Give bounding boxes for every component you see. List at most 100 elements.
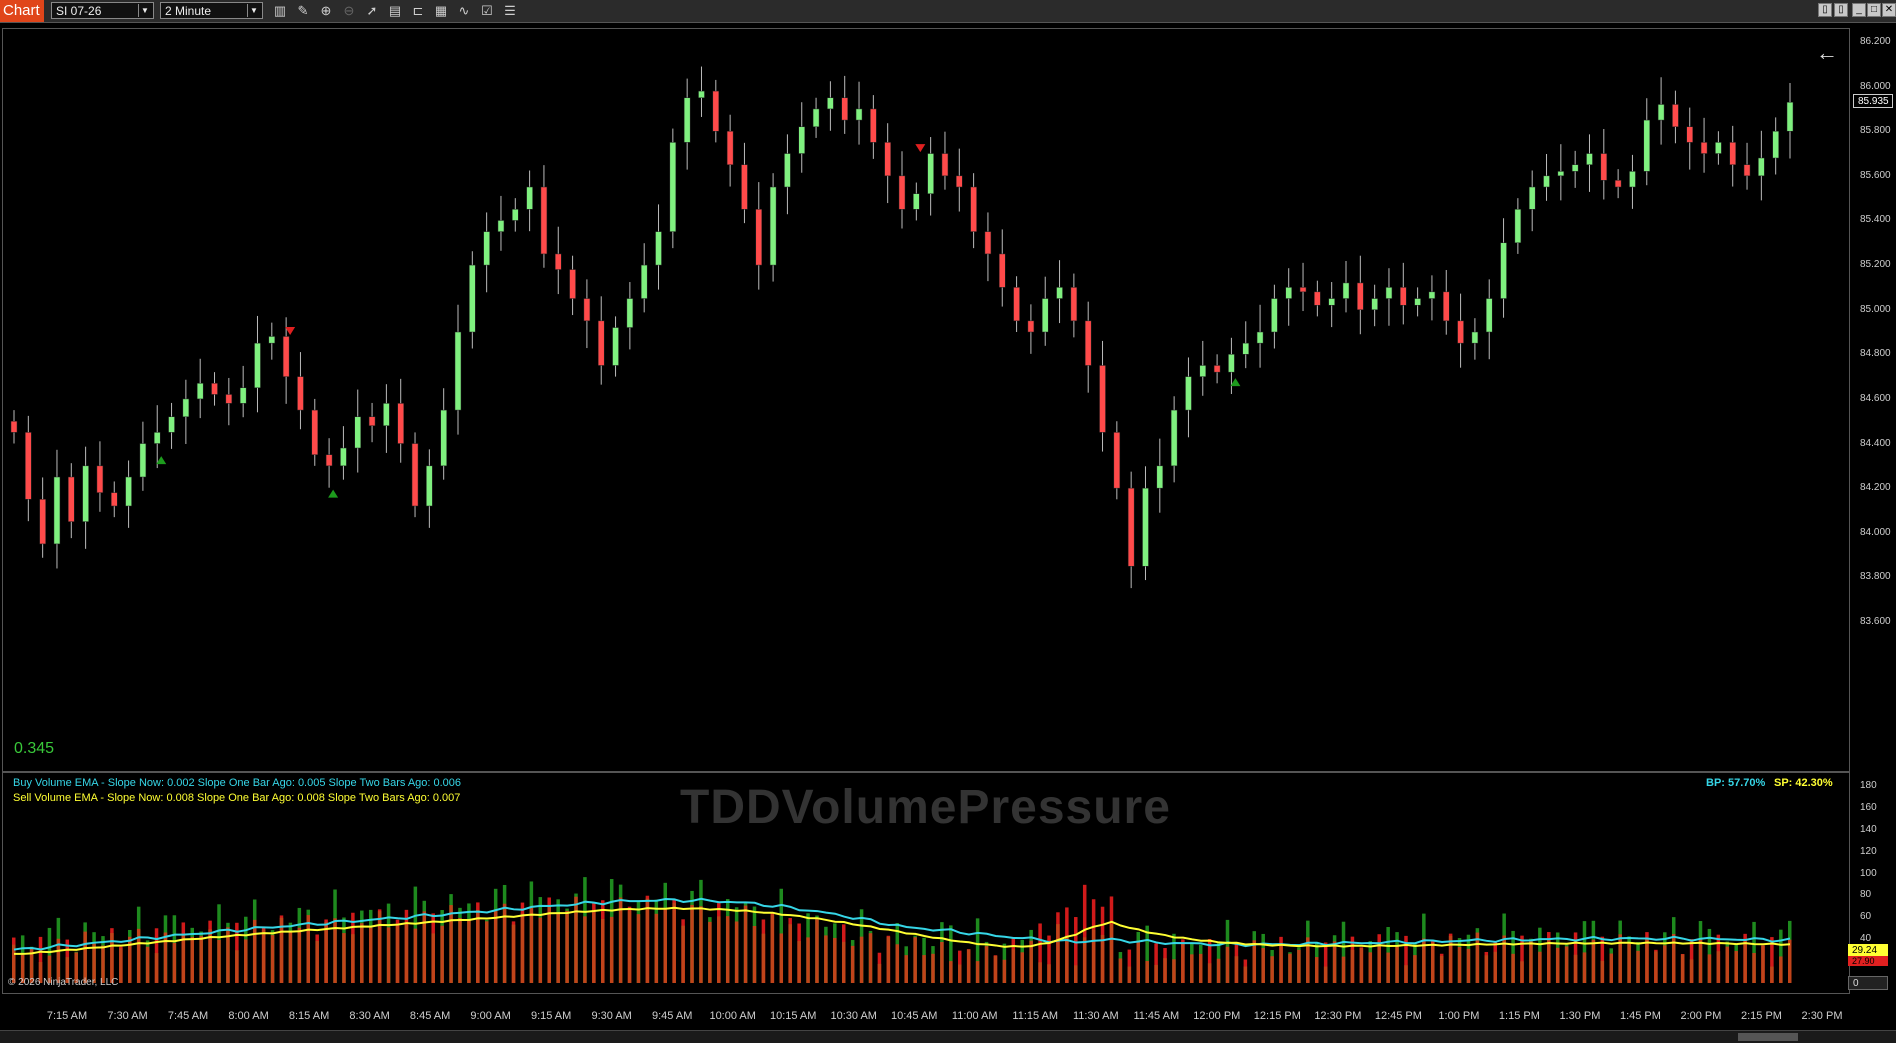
time-tick-label: 1:15 PM: [1498, 1010, 1540, 1022]
time-tick-label: 10:45 AM: [890, 1010, 938, 1022]
volume-bar-overlap: [1654, 951, 1658, 983]
volume-bar-overlap: [199, 935, 203, 983]
volume-bar-overlap: [1779, 956, 1783, 983]
time-tick-label: 8:45 AM: [409, 1010, 451, 1022]
volume-bar-overlap: [708, 921, 712, 983]
volume-bar-overlap: [1172, 959, 1176, 983]
volume-bar-overlap: [931, 953, 935, 983]
volume-bar-overlap: [841, 941, 846, 983]
volume-bar-overlap: [1011, 949, 1016, 983]
sp-label: SP: 42.30%: [1774, 777, 1833, 789]
volume-bar-overlap: [743, 905, 748, 983]
time-tick-label: 11:45 AM: [1133, 1010, 1180, 1022]
volume-bar-overlap: [1127, 966, 1132, 983]
volume-bar-overlap: [1511, 953, 1515, 983]
indicator-tick-label: 40: [1860, 933, 1872, 945]
volume-bar-overlap: [1404, 965, 1408, 983]
scrollbar-thumb[interactable]: [1738, 1033, 1798, 1041]
time-tick-label: 8:00 AM: [228, 1010, 269, 1022]
volume-bar-overlap: [252, 919, 257, 983]
volume-bar-overlap: [1109, 924, 1114, 983]
indicator-tick-label: 140: [1860, 823, 1877, 835]
volume-bar-overlap: [440, 925, 444, 983]
volume-bar-overlap: [1600, 960, 1605, 983]
volume-bar-overlap: [993, 955, 998, 983]
volume-bar-overlap: [1314, 957, 1319, 983]
volume-bar-overlap: [377, 911, 382, 983]
volume-bar-overlap: [145, 946, 150, 983]
volume-bar-overlap: [877, 963, 882, 983]
volume-bar-overlap: [663, 909, 667, 983]
volume-bar-overlap: [949, 961, 953, 983]
volume-bar-overlap: [1752, 952, 1756, 983]
volume-bar-overlap: [413, 928, 418, 983]
volume-bar-overlap: [1448, 935, 1453, 983]
volume-bar-overlap: [1707, 954, 1712, 983]
volume-bar-overlap: [288, 932, 293, 983]
volume-bar-overlap: [520, 913, 525, 983]
time-tick-label: 1:45 PM: [1619, 1010, 1661, 1022]
volume-bar-overlap: [1439, 955, 1444, 983]
time-tick-label: 11:15 AM: [1012, 1010, 1059, 1022]
volume-bar-overlap: [1636, 950, 1640, 983]
volume-bar-overlap: [485, 921, 489, 983]
volume-bar-overlap: [1547, 938, 1551, 983]
time-tick-label: 9:30 AM: [591, 1010, 632, 1022]
volume-bar-overlap: [1243, 966, 1248, 983]
volume-bar-overlap: [1591, 939, 1596, 983]
time-tick-label: 7:30 AM: [107, 1010, 148, 1022]
volume-bar-overlap: [297, 927, 302, 983]
volume-bar-overlap: [511, 924, 516, 983]
volume-bar-overlap: [609, 916, 614, 983]
volume-bar-overlap: [306, 915, 311, 983]
volume-bar-overlap: [342, 933, 346, 983]
volume-bar-overlap: [850, 945, 855, 983]
volume-bar-overlap: [1190, 954, 1194, 983]
volume-bar-overlap: [1074, 965, 1078, 983]
volume-bar-overlap: [1270, 956, 1274, 983]
volume-bar-overlap: [1038, 962, 1042, 983]
volume-bar-overlap: [913, 937, 917, 983]
volume-bar-overlap: [815, 919, 819, 983]
volume-bar-overlap: [1493, 951, 1497, 983]
volume-bar-overlap: [1306, 937, 1310, 983]
volume-bar-overlap: [797, 941, 801, 983]
volume-bar-overlap: [386, 927, 391, 983]
volume-bar-overlap: [833, 937, 837, 983]
volume-bar-overlap: [859, 936, 864, 983]
horizontal-scrollbar[interactable]: [0, 1030, 1896, 1043]
volume-bar-overlap: [592, 911, 596, 983]
volume-bar-overlap: [895, 944, 900, 983]
volume-bar-overlap: [1457, 946, 1462, 983]
volume-bar-overlap: [690, 904, 694, 983]
time-tick-label: 10:30 AM: [830, 1010, 877, 1022]
volume-bar-overlap: [244, 939, 248, 983]
volume-bar-overlap: [1163, 958, 1167, 983]
volume-bar-overlap: [431, 933, 435, 983]
volume-bar-overlap: [1288, 953, 1292, 983]
volume-bar-overlap: [734, 921, 739, 983]
volume-bar-overlap: [940, 942, 944, 983]
volume-bar-overlap: [1484, 955, 1489, 983]
time-tick-label: 11:00 AM: [951, 1010, 998, 1022]
volume-bar-overlap: [1573, 954, 1578, 983]
volume-bar-overlap: [1743, 941, 1747, 983]
volume-bar-overlap: [958, 964, 962, 983]
volume-bar-overlap: [1056, 924, 1060, 983]
volume-bar-overlap: [645, 898, 650, 983]
volume-bar-overlap: [556, 912, 560, 983]
volume-bar-overlap: [788, 924, 792, 983]
volume-bar-overlap: [368, 927, 373, 983]
time-tick-label: 8:30 AM: [349, 1010, 390, 1022]
zero-tag: 0: [1848, 976, 1888, 990]
volume-bar-overlap: [449, 905, 453, 983]
time-tick-label: 12:15 PM: [1253, 1010, 1301, 1022]
volume-bar-overlap: [1645, 939, 1649, 983]
volume-bar-overlap: [1520, 961, 1524, 983]
volume-bar-overlap: [984, 946, 989, 983]
volume-bar-overlap: [1181, 943, 1185, 983]
volume-bar-overlap: [699, 906, 703, 983]
volume-bar-overlap: [1529, 941, 1533, 983]
volume-bar-overlap: [1788, 939, 1792, 983]
volume-bar-overlap: [324, 922, 328, 983]
